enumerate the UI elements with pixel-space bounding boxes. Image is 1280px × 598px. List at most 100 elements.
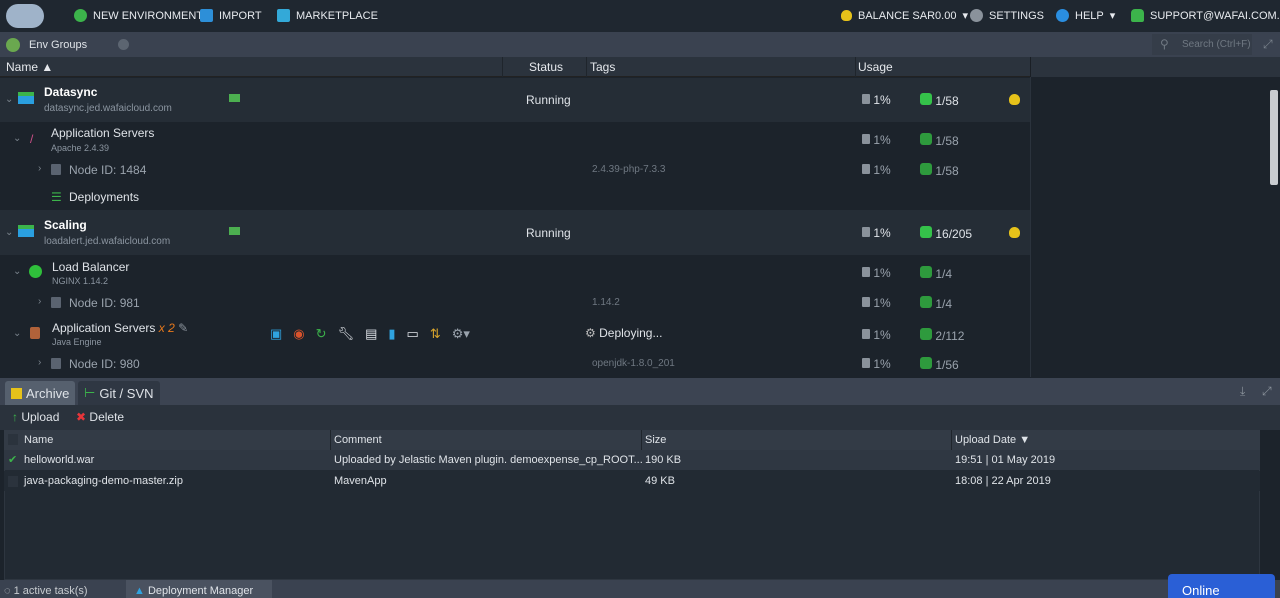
billing-icon[interactable]	[1009, 94, 1020, 105]
disk-icon	[862, 134, 870, 144]
edit-pencil-icon[interactable]: ✎	[178, 321, 188, 335]
user-dropdown[interactable]: SUPPORT@WAFAI.COM.SA▾	[1131, 9, 1280, 22]
expand-chevron-icon[interactable]: ›	[38, 163, 41, 174]
cloudlet-value: 1/58	[935, 134, 959, 148]
comment-column-header[interactable]: Comment	[334, 434, 382, 446]
deployment-manager-label: Deployment Manager	[147, 585, 254, 597]
import-button[interactable]: IMPORT	[200, 9, 262, 22]
archive-row[interactable]: ✔ helloworld.war Uploaded by Jelastic Ma…	[4, 450, 1260, 470]
tags-column-header[interactable]: Tags	[590, 60, 615, 74]
env-domain-link[interactable]: datasync.jed.wafaicloud.com	[44, 103, 172, 114]
collapse-chevron-icon[interactable]: ⌄	[13, 328, 21, 339]
delete-button[interactable]: ✖ Delete	[76, 410, 124, 424]
cloudlets-usage: 1/58	[920, 133, 959, 148]
cloudlet-icon	[920, 163, 932, 175]
node-count: x 2	[158, 321, 175, 335]
layer-row-app-servers[interactable]: ⌄ / Application Servers Apache 2.4.39 1%…	[0, 122, 1030, 156]
caret-down-icon: ▾	[962, 10, 968, 22]
select-all-checkbox[interactable]	[8, 434, 18, 445]
settings-button[interactable]: SETTINGS	[970, 9, 1044, 22]
layer-name-text: Application Servers	[52, 321, 156, 335]
caret-down-icon: ▾	[1109, 10, 1116, 22]
maximize-icon[interactable]: ⤢	[1262, 384, 1272, 399]
search-icon: ⚲	[1160, 37, 1169, 51]
env-row-scaling[interactable]: ⌄ Scaling loadalert.jed.wafaicloud.com R…	[0, 210, 1030, 255]
redeploy-icon[interactable]: ⇅	[430, 326, 441, 342]
layer-actions-toolbar: ▣ ◉ ↻ 🔧︎ ▤ ▮ ▭ ⇅ ⚙▾	[270, 326, 470, 342]
layer-name: Application Servers x 2 ✎	[52, 321, 188, 335]
log-file-icon[interactable]: ▤	[365, 326, 377, 342]
deployment-manager-tab[interactable]: ▲ Deployment Manager	[126, 580, 272, 598]
tab-archive[interactable]: Archive	[5, 381, 76, 405]
help-dropdown[interactable]: HELP ▾	[1056, 9, 1115, 22]
deployments-row[interactable]: ☰ Deployments	[0, 182, 1030, 210]
node-row-980[interactable]: › Node ID: 980 openjdk-1.8.0_201 1% 1/56	[0, 350, 1030, 377]
active-tasks[interactable]: ◌ 1 active task(s)	[4, 585, 88, 597]
marketplace-button[interactable]: MARKETPLACE	[277, 9, 378, 22]
disk-icon	[862, 94, 870, 104]
upload-label: Upload	[21, 410, 60, 424]
config-wrench-icon[interactable]: 🔧︎	[338, 326, 355, 342]
download-icon[interactable]: ⤓	[1240, 384, 1245, 399]
deployments-label: Deployments	[69, 190, 140, 204]
collapse-chevron-icon[interactable]: ⌄	[5, 227, 13, 238]
selected-check-icon[interactable]: ✔	[8, 453, 17, 466]
file-size: 190 KB	[645, 454, 682, 466]
node-row-1484[interactable]: › Node ID: 1484 2.4.39-php-7.3.3 1% 1/58	[0, 156, 1030, 182]
cloudlet-value: 1/4	[935, 297, 953, 311]
spinner-icon: ◌	[4, 585, 11, 597]
node-row-981[interactable]: › Node ID: 981 1.14.2 1% 1/4	[0, 288, 1030, 316]
node-tag: 1.14.2	[592, 297, 620, 308]
expand-chevron-icon[interactable]: ›	[38, 296, 41, 307]
gear-icon	[970, 9, 983, 22]
node-label: Node ID: 980	[69, 357, 140, 371]
scrollbar-thumb[interactable]	[1270, 90, 1278, 185]
billing-icon[interactable]	[1009, 227, 1020, 238]
balance-dropdown[interactable]: BALANCE SAR0.00 ▾	[841, 9, 968, 22]
restart-icon[interactable]: ↻	[316, 326, 327, 342]
row-checkbox[interactable]	[8, 476, 18, 487]
logo[interactable]	[6, 4, 44, 28]
tab-git-svn[interactable]: ⊢ Git / SVN	[78, 381, 160, 405]
search-input[interactable]: ⚲ Search (Ctrl+F)	[1152, 34, 1252, 55]
layer-subtitle: Apache 2.4.39	[51, 143, 110, 153]
collapse-chevron-icon[interactable]: ⌄	[13, 133, 21, 144]
upload-date-label: Upload Date	[955, 434, 1017, 446]
upload-date-column-header[interactable]: Upload Date ▼	[955, 434, 1030, 446]
name-column-header[interactable]: Name	[24, 434, 53, 446]
collapse-chevron-icon[interactable]: ⌄	[13, 266, 21, 277]
size-column-header[interactable]: Size	[645, 434, 666, 446]
env-domain-link[interactable]: loadalert.jed.wafaicloud.com	[44, 236, 170, 247]
web-ssh-icon[interactable]: ▭	[407, 326, 419, 342]
statistics-icon[interactable]: ▮	[388, 326, 395, 342]
close-group-icon[interactable]	[118, 39, 129, 50]
open-in-browser-icon[interactable]: ▣	[270, 326, 282, 342]
cloudlet-icon	[920, 328, 932, 340]
java-icon	[30, 327, 40, 339]
expand-icon[interactable]: ⤢	[1263, 37, 1273, 52]
cloudlet-icon	[920, 296, 932, 308]
layer-row-java-app-servers[interactable]: ⌄ Application Servers x 2 ✎ Java Engine …	[0, 316, 1030, 350]
layer-subtitle: NGINX 1.14.2	[52, 276, 109, 286]
status-column-header[interactable]: Status	[529, 60, 563, 74]
env-name[interactable]: Datasync	[44, 85, 97, 99]
sort-asc-icon: ▲	[41, 60, 54, 74]
env-name[interactable]: Scaling	[44, 218, 87, 232]
env-groups-breadcrumb[interactable]: Env Groups	[29, 39, 87, 51]
name-column-header[interactable]: Name ▲	[6, 60, 53, 74]
add-ons-icon[interactable]: ◉	[293, 326, 304, 342]
disk-value: 1%	[873, 93, 891, 107]
deploying-label: Deploying...	[599, 326, 663, 340]
online-chat-button[interactable]: Online	[1168, 574, 1275, 598]
new-environment-button[interactable]: NEW ENVIRONMENT	[74, 9, 203, 22]
online-label: Online	[1182, 583, 1220, 598]
layer-row-load-balancer[interactable]: ⌄ Load Balancer NGINX 1.14.2 1% 1/4	[0, 255, 1030, 288]
environment-icon	[18, 225, 34, 237]
settings-gear-icon[interactable]: ⚙▾	[452, 326, 470, 342]
archive-row[interactable]: java-packaging-demo-master.zip MavenApp …	[4, 471, 1260, 491]
usage-column-header[interactable]: Usage	[858, 60, 893, 74]
collapse-chevron-icon[interactable]: ⌄	[5, 94, 13, 105]
expand-chevron-icon[interactable]: ›	[38, 357, 41, 368]
env-row-datasync[interactable]: ⌄ Datasync datasync.jed.wafaicloud.com R…	[0, 78, 1030, 122]
upload-button[interactable]: ↑ Upload	[12, 410, 59, 424]
